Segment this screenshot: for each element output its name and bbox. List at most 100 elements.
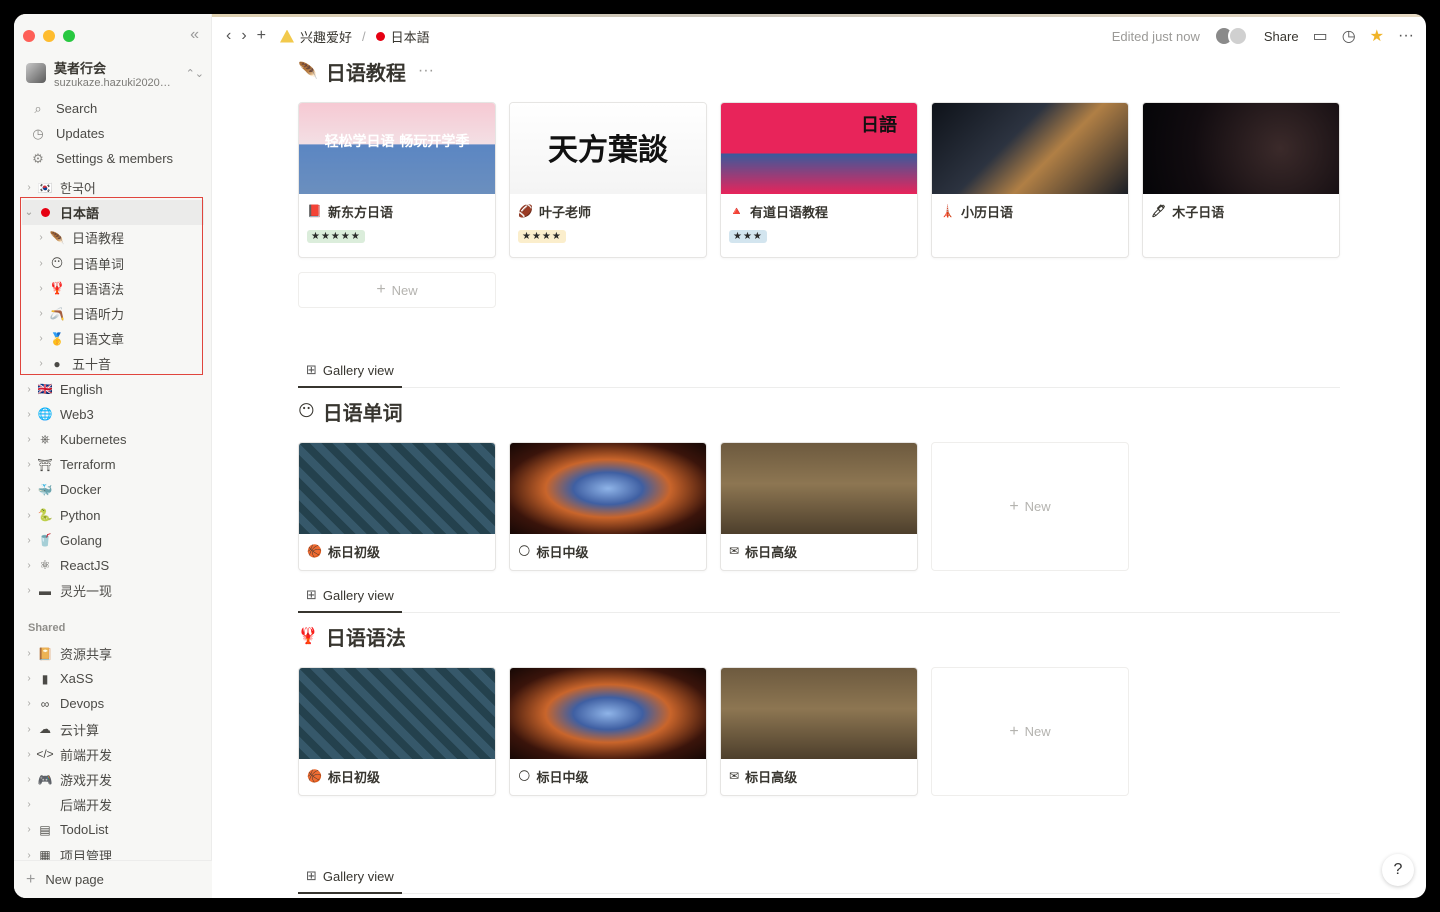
chevron-right-icon[interactable]: › bbox=[22, 409, 36, 420]
chevron-right-icon[interactable]: › bbox=[34, 283, 48, 294]
sidebar-item[interactable]: › 😶 日语单词 bbox=[22, 251, 204, 276]
gallery-card[interactable]: 轻松学日语 畅玩开学季 📕 新东方日语 ★★★★★ bbox=[298, 102, 496, 258]
sidebar-item[interactable]: › 🇬🇧 English bbox=[22, 377, 204, 402]
sidebar-item[interactable]: › 🐍 Python bbox=[22, 502, 204, 527]
forward-icon[interactable]: › bbox=[241, 27, 246, 45]
tab-gallery-view[interactable]: ⊞ Gallery view bbox=[298, 860, 402, 894]
chevron-right-icon[interactable]: › bbox=[22, 799, 36, 810]
chevron-right-icon[interactable]: › bbox=[22, 774, 36, 785]
new-card-button[interactable]: + New bbox=[931, 442, 1129, 571]
sidebar-item[interactable]: › 🌐 Web3 bbox=[22, 402, 204, 427]
chevron-down-icon[interactable]: ⌄ bbox=[22, 207, 36, 218]
sidebar-item[interactable]: ⌄ 日本語 bbox=[22, 200, 204, 226]
help-button[interactable]: ? bbox=[1382, 854, 1414, 886]
feather-icon: 🪶 bbox=[49, 230, 65, 245]
chevron-right-icon[interactable]: › bbox=[22, 585, 36, 596]
sidebar-item[interactable]: › ● 五十音 bbox=[22, 351, 204, 376]
sidebar-item[interactable]: › 🪃 日语听力 bbox=[22, 301, 204, 326]
card-title-text: 叶子老师 bbox=[538, 204, 591, 220]
back-icon[interactable]: ‹ bbox=[226, 27, 231, 45]
chevron-right-icon[interactable]: › bbox=[34, 232, 48, 243]
tab-gallery-view[interactable]: ⊞ Gallery view bbox=[298, 579, 402, 613]
chevron-right-icon[interactable]: › bbox=[22, 560, 36, 571]
chevron-right-icon[interactable]: › bbox=[22, 459, 36, 470]
new-card-button[interactable]: + New bbox=[298, 272, 496, 308]
gallery-card[interactable]: 🌕 标日中级 bbox=[509, 667, 707, 796]
chevron-right-icon[interactable]: › bbox=[22, 484, 36, 495]
section-title-text[interactable]: 日语教程 bbox=[326, 57, 406, 86]
sidebar-item[interactable]: › ∞ Devops bbox=[22, 691, 204, 716]
nav-search[interactable]: ⌕ Search bbox=[22, 96, 204, 121]
gallery-card[interactable]: 🏀 标日初级 bbox=[298, 442, 496, 571]
sidebar-item[interactable]: › 📔 资源共享 bbox=[22, 641, 204, 666]
chevron-right-icon[interactable]: › bbox=[22, 648, 36, 659]
chevron-right-icon[interactable]: › bbox=[22, 535, 36, 546]
minimize-window-button[interactable] bbox=[43, 30, 55, 42]
section-title-text[interactable]: 日语语法 bbox=[326, 622, 406, 651]
maximize-window-button[interactable] bbox=[63, 30, 75, 42]
sidebar-item[interactable]: › 🎮 游戏开发 bbox=[22, 767, 204, 792]
chevron-right-icon[interactable]: › bbox=[22, 850, 36, 861]
feather-icon: 🪶 bbox=[298, 63, 318, 80]
chevron-right-icon[interactable]: › bbox=[22, 724, 36, 735]
sidebar-item[interactable]: › ⎈ Kubernetes bbox=[22, 427, 204, 452]
more-options-icon[interactable]: ··· bbox=[418, 62, 434, 80]
gallery-card[interactable]: 🖊 木子日语 bbox=[1142, 102, 1340, 258]
gallery-card[interactable]: ✉ 标日高级 bbox=[720, 667, 918, 796]
chevron-right-icon[interactable]: › bbox=[22, 182, 36, 193]
todo-icon: ▤ bbox=[39, 822, 51, 837]
sidebar-item[interactable]: › ⛩ Terraform bbox=[22, 452, 204, 477]
history-icon[interactable]: ◷ bbox=[1342, 26, 1356, 46]
sidebar-item[interactable]: › 后端开发 bbox=[22, 792, 204, 817]
sidebar-item[interactable]: › 🐳 Docker bbox=[22, 477, 204, 502]
gallery-card[interactable]: ✉ 标日高级 bbox=[720, 442, 918, 571]
kubernetes-icon: ⎈ bbox=[40, 431, 50, 446]
sidebar-item[interactable]: › 🦞 日语语法 bbox=[22, 276, 204, 301]
sidebar-item[interactable]: › ▬ 灵光一现 bbox=[22, 578, 204, 603]
add-icon[interactable]: + bbox=[257, 27, 266, 45]
breadcrumb-item-hobby[interactable]: 兴趣爱好 bbox=[300, 27, 352, 46]
cover-text: 天方葉談 bbox=[548, 133, 668, 168]
chevron-right-icon[interactable]: › bbox=[34, 333, 48, 344]
sidebar-item[interactable]: › ▤ TodoList bbox=[22, 817, 204, 842]
new-card-button[interactable]: + New bbox=[931, 667, 1129, 796]
workspace-switcher[interactable]: 莫者行会 suzukaze.hazuki2020@g... ⌃⌄ bbox=[26, 56, 204, 90]
sidebar-item[interactable]: › 🇰🇷 한국어 bbox=[22, 175, 204, 200]
comment-icon[interactable]: ▭ bbox=[1313, 26, 1328, 46]
breadcrumb-item-japanese[interactable]: 日本語 bbox=[391, 27, 430, 46]
gallery-card[interactable]: 日語 🔺 有道日语教程 ★★★ bbox=[720, 102, 918, 258]
sidebar-item[interactable]: › ⚛ ReactJS bbox=[22, 553, 204, 578]
gallery-card[interactable]: 🗼 小历日语 bbox=[931, 102, 1129, 258]
sidebar-item[interactable]: › </> 前端开发 bbox=[22, 742, 204, 767]
gallery-card[interactable]: 🏀 标日初级 bbox=[298, 667, 496, 796]
chevron-right-icon[interactable]: › bbox=[34, 358, 48, 369]
new-page-button[interactable]: + New page bbox=[14, 860, 212, 898]
chevron-right-icon[interactable]: › bbox=[22, 749, 36, 760]
nav-updates[interactable]: ◷ Updates bbox=[22, 121, 204, 146]
close-window-button[interactable] bbox=[23, 30, 35, 42]
chevron-right-icon[interactable]: › bbox=[34, 308, 48, 319]
collapse-sidebar-icon[interactable]: « bbox=[190, 26, 199, 44]
chevron-right-icon[interactable]: › bbox=[22, 673, 36, 684]
chevron-right-icon[interactable]: › bbox=[22, 698, 36, 709]
chevron-right-icon[interactable]: › bbox=[22, 384, 36, 395]
tab-gallery-view[interactable]: ⊞ Gallery view bbox=[298, 354, 402, 388]
sidebar-item[interactable]: › ☁ 云计算 bbox=[22, 717, 204, 742]
sidebar-item[interactable]: › 🥤 Golang bbox=[22, 528, 204, 553]
nav-settings[interactable]: ⚙ Settings & members bbox=[22, 146, 204, 171]
chevron-right-icon[interactable]: › bbox=[22, 824, 36, 835]
sidebar-item[interactable]: › 🪶 日语教程 bbox=[22, 225, 204, 250]
collaborator-avatars[interactable] bbox=[1213, 26, 1250, 46]
share-button[interactable]: Share bbox=[1264, 29, 1299, 44]
card-cover-image: 天方葉談 bbox=[510, 103, 706, 194]
star-icon[interactable]: ★ bbox=[1370, 26, 1384, 46]
gallery-card[interactable]: 🌕 标日中级 bbox=[509, 442, 707, 571]
chevron-right-icon[interactable]: › bbox=[22, 510, 36, 521]
section-title-text[interactable]: 日语单词 bbox=[323, 397, 403, 426]
more-icon[interactable]: ··· bbox=[1398, 27, 1414, 45]
gallery-card[interactable]: 天方葉談 🏈 叶子老师 ★★★★ bbox=[509, 102, 707, 258]
sidebar-item[interactable]: › ▮ XaSS bbox=[22, 666, 204, 691]
chevron-right-icon[interactable]: › bbox=[34, 258, 48, 269]
sidebar-item[interactable]: › 🥇 日语文章 bbox=[22, 326, 204, 351]
chevron-right-icon[interactable]: › bbox=[22, 434, 36, 445]
